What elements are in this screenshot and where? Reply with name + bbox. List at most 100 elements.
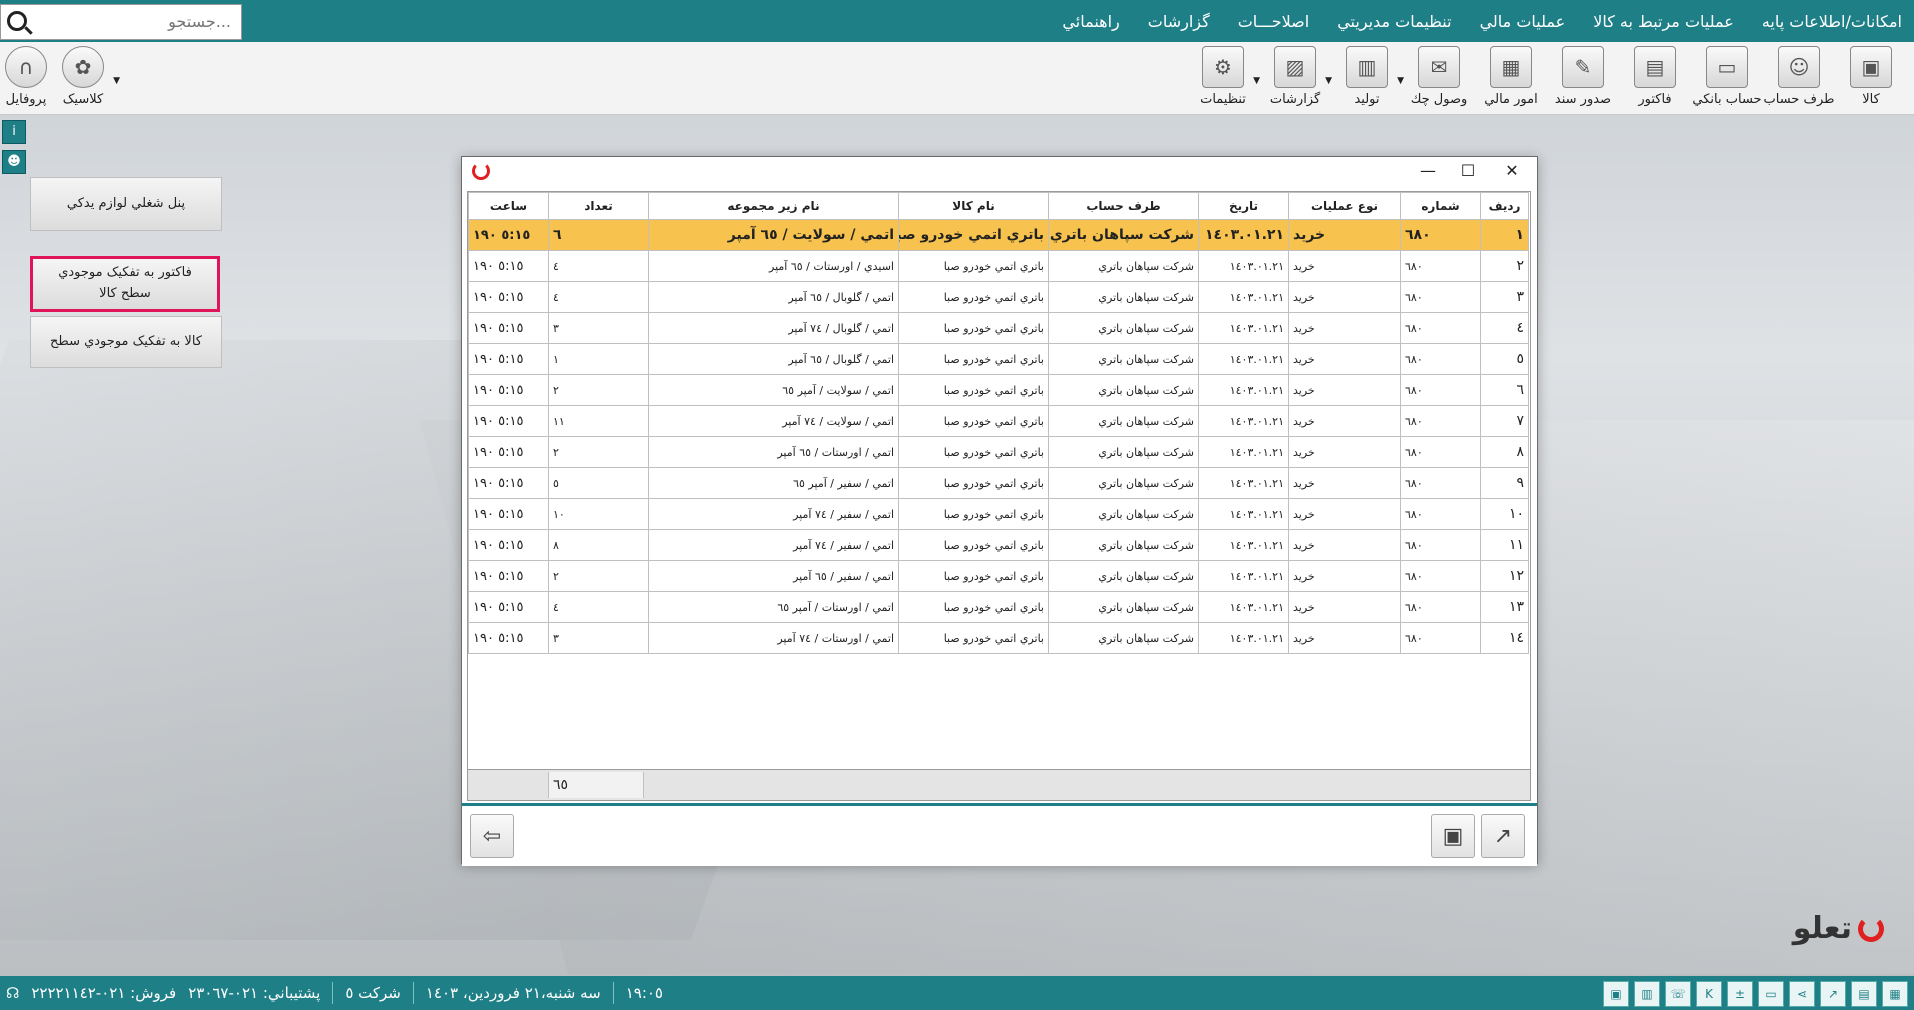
search-icon[interactable] [7, 11, 27, 31]
table-row[interactable]: ١٤ ٦٨٠ خريد ١٤٠٣.٠١.٢١ شرکت سپاهان باتري باتر… [468, 622, 1529, 654]
menu-item-help[interactable]: راهنمائي [1062, 12, 1119, 31]
dropdown-arrow-icon[interactable]: ▼ [1325, 76, 1332, 86]
cell-operation-type: خريد [1288, 250, 1401, 282]
cell-number: ٦٨٠ [1400, 281, 1481, 313]
table-row[interactable]: ٥ ٦٨٠ خريد ١٤٠٣.٠١.٢١ شرکت سپاهان باتري باتري… [468, 343, 1529, 375]
col-header-date[interactable]: تاريخ [1198, 192, 1289, 220]
table-row[interactable]: ٤ ٦٨٠ خريد ١٤٠٣.٠١.٢١ شرکت سپاهان باتري باتري… [468, 312, 1529, 344]
cell-operation-type: خريد [1288, 622, 1401, 654]
table-row[interactable]: ١٠ ٦٨٠ خريد ١٤٠٣.٠١.٢١ شرکت سپاهان باتري باتر… [468, 498, 1529, 530]
chart-icon: ↗ [1493, 823, 1513, 849]
menu-item-reports[interactable]: گزارشات [1148, 12, 1210, 31]
toolbar-production-button[interactable]: ▥ توليد ▼ [1334, 46, 1404, 107]
cell-operation-type: خريد [1288, 374, 1401, 406]
cell-date: ١٤٠٣.٠١.٢١ [1198, 467, 1289, 499]
table-row[interactable]: ٣ ٦٨٠ خريد ١٤٠٣.٠١.٢١ شرکت سپاهان باتري باتري… [468, 281, 1529, 313]
table-row[interactable]: ١٣ ٦٨٠ خريد ١٤٠٣.٠١.٢١ شرکت سپاهان باتري باتر… [468, 591, 1529, 623]
toolbar-account-party-button[interactable]: ☺ طرف حساب [1764, 46, 1834, 107]
search-box[interactable] [0, 4, 242, 40]
cell-time: ٥:١٥ ١٩٠ [468, 467, 549, 499]
menu-item-corrections[interactable]: اصلاحـــات [1238, 12, 1309, 31]
dropdown-arrow-icon[interactable]: ▼ [1253, 76, 1260, 86]
table-row[interactable]: ١ ٦٨٠ خريد ١٤٠٣.٠١.٢١ شرکت سپاهان باتري باتري… [468, 219, 1529, 251]
cell-subgroup-name: اتمي / اورستات / ٧٤ آمپر [648, 622, 899, 654]
col-header-operation-type[interactable]: نوع عمليات [1288, 192, 1401, 220]
phone-book-icon[interactable]: ☏ [1665, 981, 1691, 1007]
dropdown-arrow-icon[interactable]: ▼ [1397, 76, 1404, 86]
col-header-quantity[interactable]: تعداد [548, 192, 649, 220]
cell-row-number: ١ [1480, 219, 1529, 251]
menu-item-financial-operations[interactable]: عمليات مالي [1480, 12, 1566, 31]
menu-item-goods-operations[interactable]: عمليات مرتبط به کالا [1593, 12, 1734, 31]
calculator-icon[interactable]: ± [1727, 981, 1753, 1007]
cell-time: ٥:١٥ ١٩٠ [468, 219, 549, 251]
toolbar-issue-document-button[interactable]: ✎ صدور سند [1550, 46, 1616, 107]
cell-time: ٥:١٥ ١٩٠ [468, 281, 549, 313]
invoice-by-stock-level-button[interactable]: فاکتور به تفکيک موجودي سطح کالا [30, 256, 220, 312]
cell-account-party: شرکت سپاهان باتري [1048, 343, 1199, 375]
calendar-day-icon[interactable]: ▤ [1851, 981, 1877, 1007]
cell-date: ١٤٠٣.٠١.٢١ [1198, 591, 1289, 623]
invoice-icon: ▤ [1634, 46, 1676, 88]
cell-number: ٦٨٠ [1400, 219, 1481, 251]
toolbar-settings-button[interactable]: ⚙ تنظيمات ▼ [1190, 46, 1260, 107]
user-card-icon[interactable]: ☻ [2, 150, 26, 174]
chart-report-button[interactable]: ↗ [1481, 814, 1525, 858]
clipboard-icon[interactable]: ▣ [1603, 981, 1629, 1007]
minimize-icon[interactable]: — [1408, 159, 1448, 183]
status-date: سه شنبه،٢١ فروردين، ١٤٠٣ [425, 984, 601, 1002]
cell-goods-name: باتري اتمي خودرو صبا [898, 467, 1049, 499]
schedule-icon[interactable]: ▥ [1634, 981, 1660, 1007]
cell-subgroup-name: اتمي / گلوبال / ٦٥ آمپر [648, 281, 899, 313]
table-row[interactable]: ٨ ٦٨٠ خريد ١٤٠٣.٠١.٢١ شرکت سپاهان باتري باتري… [468, 436, 1529, 468]
cell-quantity: ٤ [548, 281, 649, 313]
col-header-account-party[interactable]: طرف حساب [1048, 192, 1199, 220]
menu-item-admin-settings[interactable]: تنظيمات مديريتي [1337, 12, 1451, 31]
exit-button[interactable]: ⇦ [470, 814, 514, 858]
table-row[interactable]: ٢ ٦٨٠ خريد ١٤٠٣.٠١.٢١ شرکت سپاهان باتري باتري… [468, 250, 1529, 282]
toolbar-goods-button[interactable]: ▣ کالا [1838, 46, 1904, 107]
table-row[interactable]: ٩ ٦٨٠ خريد ١٤٠٣.٠١.٢١ شرکت سپاهان باتري باتري… [468, 467, 1529, 499]
col-header-number[interactable]: شماره [1400, 192, 1481, 220]
col-header-subgroup-name[interactable]: نام زير مجموعه [648, 192, 899, 220]
keyboard-icon[interactable]: K [1696, 981, 1722, 1007]
cell-quantity: ١١ [548, 405, 649, 437]
close-icon[interactable]: ✕ [1492, 159, 1532, 183]
cell-date: ١٤٠٣.٠١.٢١ [1198, 405, 1289, 437]
toolbar-reports-button[interactable]: ▨ گزارشات ▼ [1262, 46, 1332, 107]
table-row[interactable]: ٧ ٦٨٠ خريد ١٤٠٣.٠١.٢١ شرکت سپاهان باتري باتري… [468, 405, 1529, 437]
info-icon[interactable]: i [2, 120, 26, 144]
chart-icon[interactable]: ↗ [1820, 981, 1846, 1007]
table-row[interactable]: ١٢ ٦٨٠ خريد ١٤٠٣.٠١.٢١ شرکت سپاهان باتري باتر… [468, 560, 1529, 592]
cell-account-party: شرکت سپاهان باتري [1048, 405, 1199, 437]
dropdown-arrow-icon[interactable]: ▼ [113, 76, 120, 86]
cell-subgroup-name: اتمي / گلوبال / ٧٤ آمپر [648, 312, 899, 344]
toolbar-bank-account-button[interactable]: ▭ حساب بانکي [1692, 46, 1762, 107]
profile-icon: ∩ [5, 46, 47, 88]
toolbar-theme-button[interactable]: ✿ کلاسيک ▼ [58, 46, 120, 107]
cell-quantity: ٥ [548, 467, 649, 499]
col-header-time[interactable]: ساعت [468, 192, 549, 220]
table-row[interactable]: ١١ ٦٨٠ خريد ١٤٠٣.٠١.٢١ شرکت سپاهان باتري باتر… [468, 529, 1529, 561]
cell-operation-type: خريد [1288, 498, 1401, 530]
col-header-goods-name[interactable]: نام کالا [898, 192, 1049, 220]
parts-job-panel-button[interactable]: پنل شغلي لوازم يدكي [30, 177, 222, 231]
toolbar-financial-button[interactable]: ▦ امور مالي [1478, 46, 1544, 107]
col-header-row-number[interactable]: رديف [1480, 192, 1529, 220]
note-icon[interactable]: ▭ [1758, 981, 1784, 1007]
menu-item-base-info[interactable]: امکانات/اطلاعات پايه [1762, 12, 1902, 31]
goods-by-stock-level-button[interactable]: کالا به تفکيک موجودي سطح [30, 316, 222, 368]
toolbar-invoice-button[interactable]: ▤ فاکتور [1622, 46, 1688, 107]
table-row[interactable]: ٦ ٦٨٠ خريد ١٤٠٣.٠١.٢١ شرکت سپاهان باتري باتري… [468, 374, 1529, 406]
cell-account-party: شرکت سپاهان باتري [1048, 281, 1199, 313]
cell-operation-type: خريد [1288, 591, 1401, 623]
search-input[interactable] [39, 5, 233, 37]
toolbar-profile-button[interactable]: ∩ پروفايل [4, 46, 48, 107]
share-icon[interactable]: ⋖ [1789, 981, 1815, 1007]
save-button[interactable]: ▣ [1431, 814, 1475, 858]
cell-time: ٥:١٥ ١٩٠ [468, 591, 549, 623]
maximize-icon[interactable]: ☐ [1448, 159, 1488, 183]
toolbar-user-buttons: ∩ پروفايل ✿ کلاسيک ▼ [4, 46, 120, 107]
calendar-icon[interactable]: ▦ [1882, 981, 1908, 1007]
toolbar-check-collection-button[interactable]: ✉ وصول چك [1406, 46, 1472, 107]
